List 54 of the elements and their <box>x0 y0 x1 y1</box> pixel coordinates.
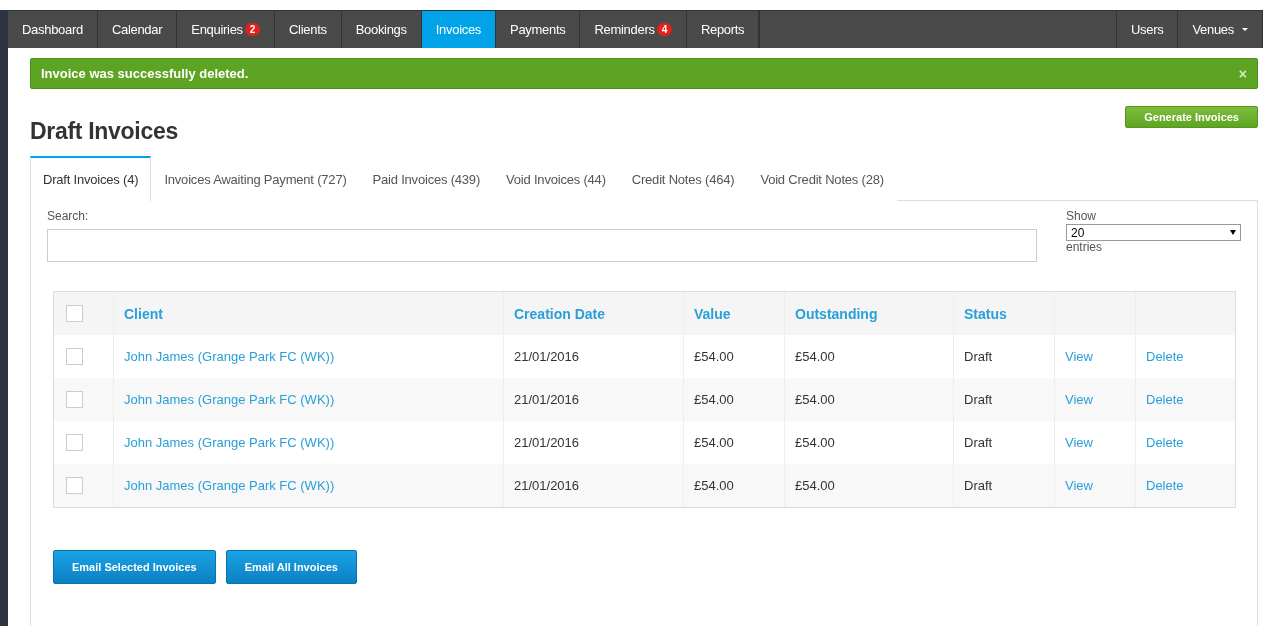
view-link[interactable]: View <box>1065 478 1093 493</box>
email-button[interactable]: Email Selected Invoices <box>53 550 216 584</box>
view-link[interactable]: View <box>1065 392 1093 407</box>
count-badge: 2 <box>244 23 261 36</box>
table-cell: Draft <box>964 478 993 493</box>
view-link[interactable]: View <box>1065 435 1093 450</box>
client-link[interactable]: John James (Grange Park FC (WK)) <box>124 349 335 364</box>
search-field[interactable] <box>47 229 1037 262</box>
client-link[interactable]: John James (Grange Park FC (WK)) <box>124 435 335 450</box>
caret-icon <box>1230 230 1236 235</box>
checkbox[interactable] <box>66 477 83 494</box>
table-cell: £54.00 <box>694 478 734 493</box>
checkbox[interactable] <box>66 391 83 408</box>
table-cell: Draft <box>964 392 993 407</box>
column-header[interactable]: Outstanding <box>795 305 878 322</box>
table-cell: £54.00 <box>795 392 835 407</box>
table-cell: £54.00 <box>694 392 734 407</box>
delete-link[interactable]: Delete <box>1146 435 1184 450</box>
table-cell: 21/01/2016 <box>514 349 580 364</box>
count-badge: 4 <box>656 23 672 36</box>
entries-label: entries <box>1066 241 1104 253</box>
page-title: Draft Invoices <box>30 118 178 145</box>
alert-message: Invoice was successfully deleted. <box>41 66 249 81</box>
table-cell: £54.00 <box>694 349 734 364</box>
tab[interactable]: Draft Invoices (4) <box>30 156 152 201</box>
close-button[interactable]: × <box>1238 65 1247 82</box>
delete-link[interactable]: Delete <box>1146 349 1184 364</box>
delete-link[interactable]: Delete <box>1146 392 1184 407</box>
client-link[interactable]: John James (Grange Park FC (WK)) <box>124 392 335 407</box>
table-cell: Draft <box>964 349 993 364</box>
generate-invoices-button[interactable]: Generate Invoices <box>1125 106 1258 128</box>
table-cell: 21/01/2016 <box>514 478 580 493</box>
column-header[interactable]: Status <box>964 305 1007 322</box>
table-cell: 21/01/2016 <box>514 435 580 450</box>
checkbox[interactable] <box>66 434 83 451</box>
table-cell: £54.00 <box>795 478 835 493</box>
table-cell: £54.00 <box>795 349 835 364</box>
column-header[interactable]: Value <box>694 305 731 322</box>
table-cell: £54.00 <box>694 435 734 450</box>
checkbox[interactable] <box>66 305 83 322</box>
entries-select[interactable]: 20 <box>1066 224 1241 241</box>
table-cell: Draft <box>964 435 993 450</box>
search-label: Search: <box>47 209 90 223</box>
column-header[interactable]: Creation Date <box>514 305 606 322</box>
delete-link[interactable]: Delete <box>1146 478 1184 493</box>
client-link[interactable]: John James (Grange Park FC (WK)) <box>124 478 335 493</box>
nav-item[interactable]: Invoices <box>421 11 497 48</box>
email-button[interactable]: Email All Invoices <box>225 550 357 584</box>
table-cell: 21/01/2016 <box>514 392 580 407</box>
show-label: Show <box>1066 209 1098 223</box>
table-cell: £54.00 <box>795 435 835 450</box>
view-link[interactable]: View <box>1065 349 1093 364</box>
checkbox[interactable] <box>66 348 83 365</box>
column-header[interactable]: Client <box>124 305 163 322</box>
